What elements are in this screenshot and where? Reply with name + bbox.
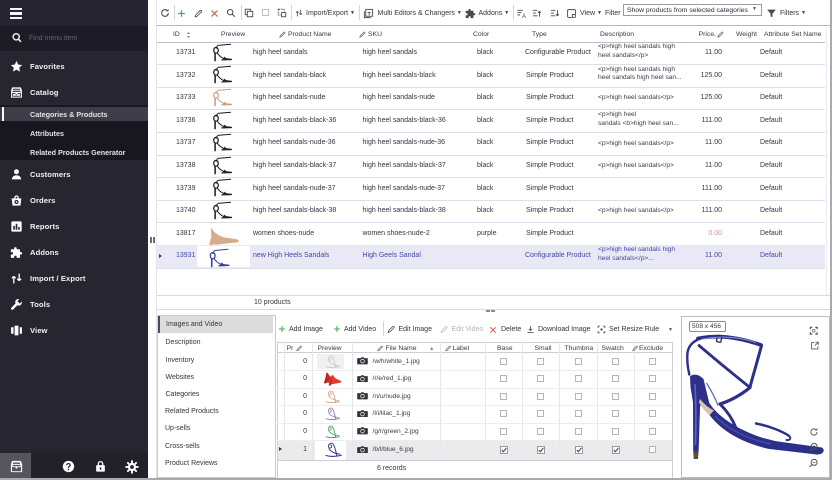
- svg-text:A: A: [522, 14, 526, 19]
